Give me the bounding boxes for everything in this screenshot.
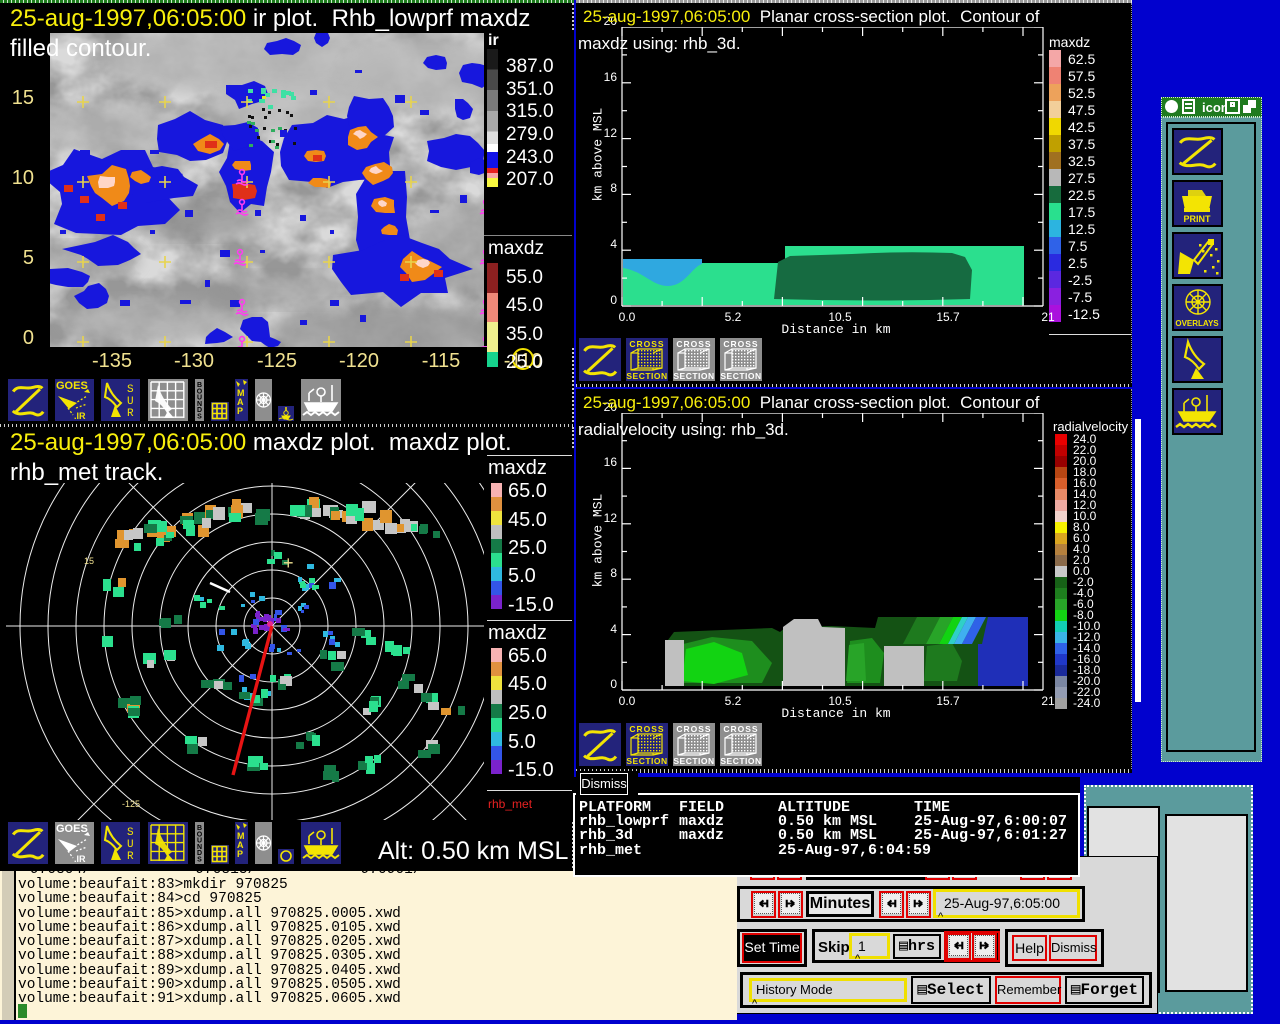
svg-text:CROSS: CROSS (676, 339, 711, 349)
svg-text:.IR: .IR (74, 854, 86, 864)
svg-text:PRINT: PRINT (1184, 214, 1212, 224)
svg-text:SECTION: SECTION (673, 756, 714, 766)
svg-text:OVERLAYS: OVERLAYS (1175, 319, 1219, 328)
svg-text:SECTION: SECTION (673, 371, 714, 381)
svg-text:P: P (237, 849, 243, 859)
svg-text:P: P (237, 406, 243, 416)
svg-text:CROSS: CROSS (723, 339, 758, 349)
svg-text:GOES: GOES (56, 380, 88, 392)
svg-text:SECTION: SECTION (720, 371, 761, 381)
svg-text:SECTION: SECTION (626, 756, 667, 766)
svg-text:U: U (127, 396, 134, 408)
svg-text:SECTION: SECTION (626, 371, 667, 381)
svg-text:S: S (127, 827, 134, 839)
svg-text:SECTION: SECTION (720, 756, 761, 766)
svg-text:CROSS: CROSS (629, 724, 664, 734)
svg-text:CROSS: CROSS (723, 724, 758, 734)
svg-text:R: R (127, 408, 134, 420)
svg-text:.IR: .IR (74, 411, 86, 421)
svg-text:S: S (197, 414, 202, 421)
svg-text:U: U (127, 839, 134, 851)
svg-text:S: S (127, 384, 134, 396)
svg-text:CROSS: CROSS (629, 339, 664, 349)
svg-text:CROSS: CROSS (676, 724, 711, 734)
svg-text:S: S (197, 857, 202, 864)
svg-text:GOES: GOES (56, 823, 88, 835)
svg-text:R: R (127, 851, 134, 863)
